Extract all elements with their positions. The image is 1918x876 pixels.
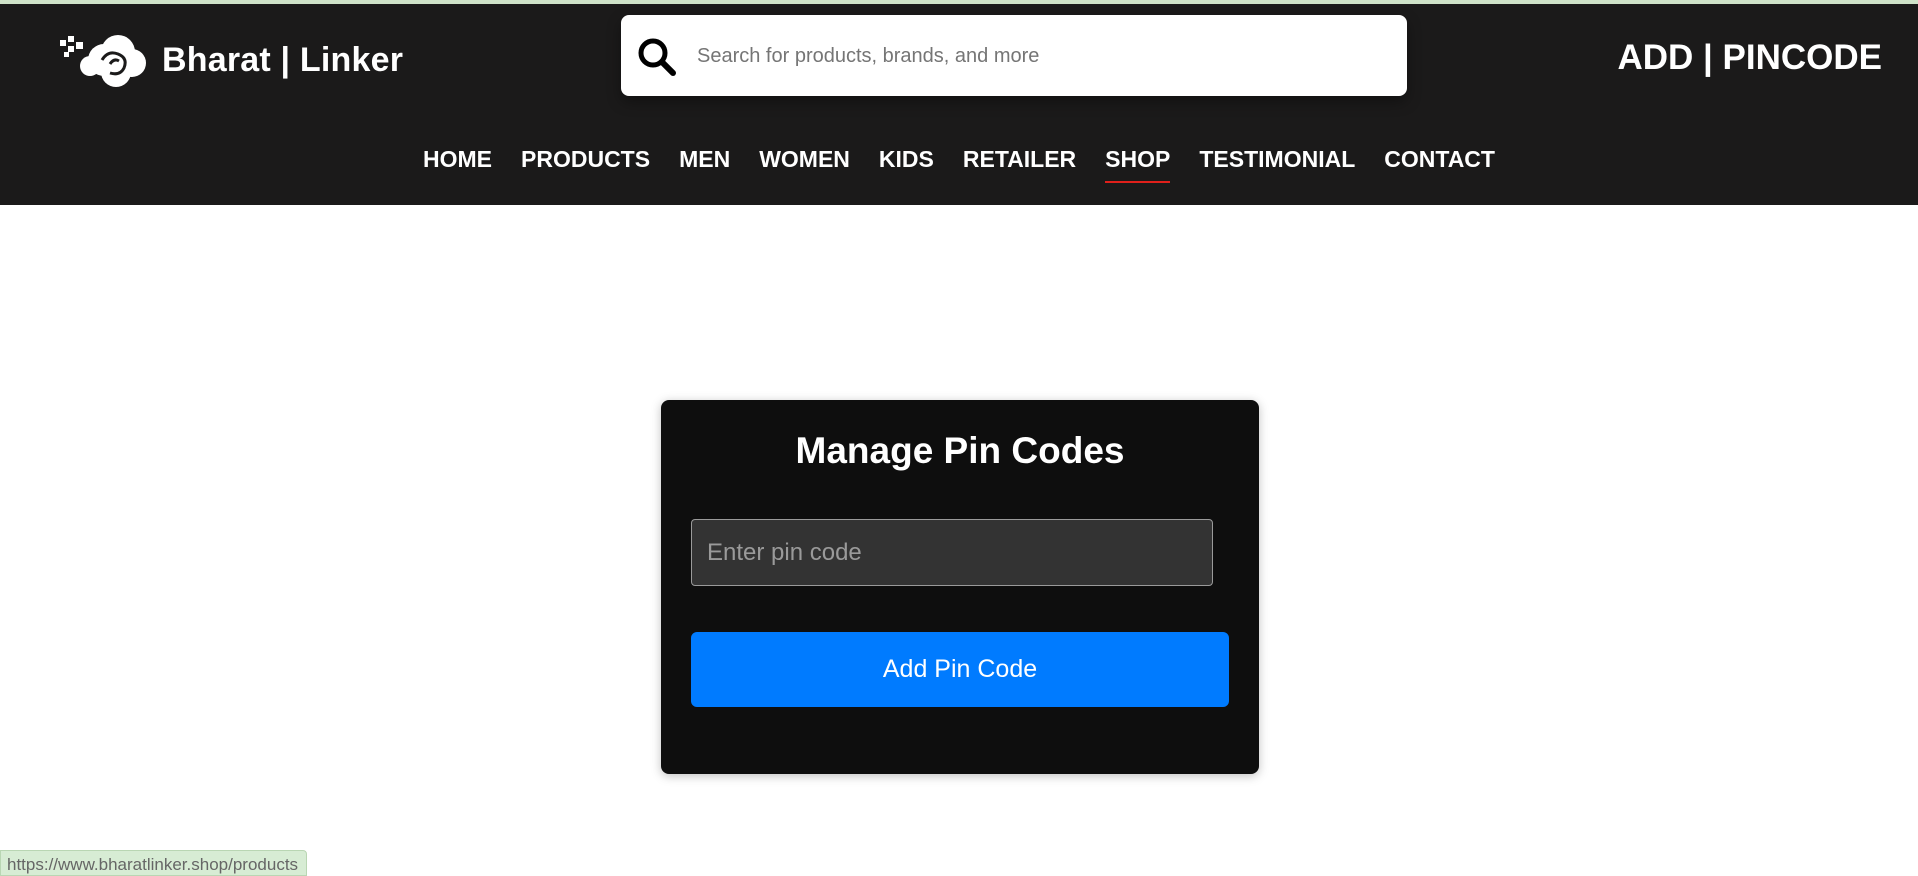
site-header: Bharat | Linker ADD | PINCODE HOME PRODU… <box>0 4 1918 205</box>
manage-pin-codes-card: Manage Pin Codes Add Pin Code <box>661 400 1259 774</box>
main-nav: HOME PRODUCTS MEN WOMEN KIDS RETAILER SH… <box>0 146 1918 183</box>
add-pin-code-button[interactable]: Add Pin Code <box>691 632 1229 707</box>
nav-item-testimonial[interactable]: TESTIMONIAL <box>1199 146 1355 177</box>
nav-item-kids[interactable]: KIDS <box>879 146 934 177</box>
nav-item-home[interactable]: HOME <box>423 146 492 177</box>
brand-name: Bharat | Linker <box>162 40 404 79</box>
nav-item-men[interactable]: MEN <box>679 146 730 177</box>
search-input[interactable] <box>695 15 1389 98</box>
cloud-pixels-logo-icon <box>60 35 146 87</box>
nav-item-women[interactable]: WOMEN <box>759 146 850 177</box>
nav-item-retailer[interactable]: RETAILER <box>963 146 1076 177</box>
logo[interactable]: Bharat | Linker <box>58 30 403 90</box>
nav-item-products[interactable]: PRODUCTS <box>521 146 650 177</box>
search-icon[interactable] <box>635 35 679 79</box>
nav-item-contact[interactable]: CONTACT <box>1384 146 1495 177</box>
nav-item-shop[interactable]: SHOP <box>1105 146 1171 183</box>
add-pincode-link[interactable]: ADD | PINCODE <box>1617 38 1882 78</box>
search-bar <box>621 15 1407 98</box>
status-bar-url: https://www.bharatlinker.shop/products <box>0 850 308 876</box>
pin-code-input[interactable] <box>691 519 1213 586</box>
card-title: Manage Pin Codes <box>795 430 1125 471</box>
